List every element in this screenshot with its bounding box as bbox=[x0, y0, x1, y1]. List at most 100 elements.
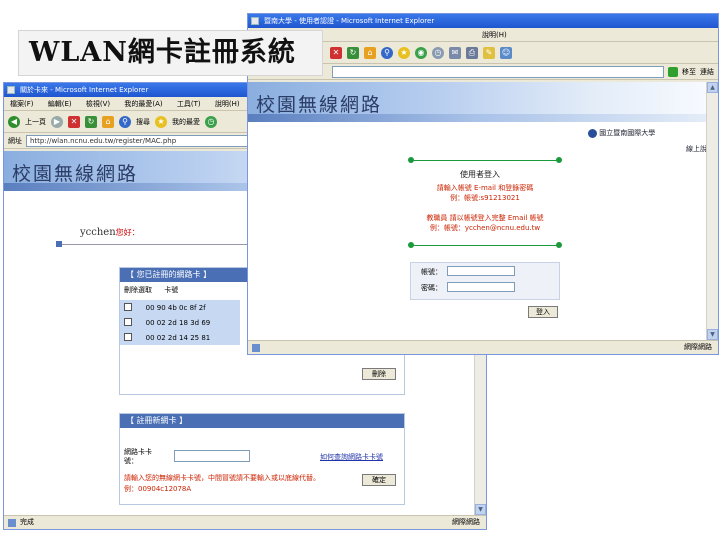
menu-tools[interactable]: 工具(T) bbox=[177, 100, 201, 108]
back-button-label[interactable]: 上一頁 bbox=[25, 117, 46, 127]
media-icon[interactable]: ◉ bbox=[415, 46, 427, 59]
banner-title: 校園無線網路 bbox=[12, 163, 139, 185]
header-card-number: 卡號 bbox=[164, 286, 179, 294]
table-row: 00 02 2d 14 25 81 bbox=[120, 330, 240, 345]
login-example-1: 例：帳號:s91213021 bbox=[450, 194, 520, 202]
mac-input-label: 網路卡卡號： bbox=[124, 448, 152, 465]
login-instruction-1: 請輸入帳號 E-mail 和登錄密碼 bbox=[436, 184, 534, 192]
divider-dot bbox=[408, 157, 414, 163]
page-banner: 校園無線網路 bbox=[248, 82, 706, 122]
vertical-scrollbar[interactable]: ▲ ▼ bbox=[706, 82, 718, 340]
search-button-label[interactable]: 搜尋 bbox=[136, 117, 150, 127]
university-label: 國立暨南國際大學 bbox=[599, 129, 656, 137]
window-title: 暨南大學 - 使用者認證 - Microsoft Internet Explor… bbox=[264, 17, 435, 25]
table-row: 00 90 4b 0c 8f 2f bbox=[120, 300, 240, 315]
back-arrow-icon[interactable]: ◀ bbox=[8, 115, 20, 128]
row-checkbox[interactable] bbox=[124, 317, 132, 326]
menu-help[interactable]: 說明(H) bbox=[215, 100, 240, 108]
user-greeting-suffix: 您好： bbox=[115, 228, 140, 237]
star-icon[interactable]: ★ bbox=[398, 46, 410, 59]
menu-view[interactable]: 檢視(V) bbox=[86, 100, 110, 108]
table-row: 00 02 2d 18 3d 69 bbox=[120, 315, 240, 330]
delete-button[interactable]: 刪除 bbox=[362, 368, 396, 380]
search-icon[interactable]: ⚲ bbox=[119, 115, 131, 128]
scroll-up-arrow[interactable]: ▲ bbox=[707, 82, 718, 93]
ie-icon bbox=[251, 17, 259, 25]
user-name: ycchen bbox=[80, 227, 116, 238]
table-header: 刪除選取 卡號 bbox=[120, 282, 240, 298]
row-checkbox[interactable] bbox=[124, 302, 132, 311]
row-checkbox[interactable] bbox=[124, 332, 132, 341]
address-input[interactable] bbox=[332, 65, 664, 78]
page-content: 校園無線網路 國立暨南國際大學 線上說明 使用者登入 請輸入帳號 E-mail … bbox=[248, 82, 706, 340]
divider-dot bbox=[408, 242, 414, 248]
page-icon bbox=[8, 519, 16, 527]
university-name: 國立暨南國際大學 bbox=[588, 128, 655, 138]
print-icon[interactable]: ⎙ bbox=[466, 46, 478, 59]
login-example-2: 例：帳號：ycchen@ncnu.edu.tw bbox=[429, 224, 541, 232]
forward-arrow-icon[interactable]: ▶ bbox=[51, 115, 63, 128]
divider-dot bbox=[556, 157, 562, 163]
mac-address: 00 02 2d 18 3d 69 bbox=[145, 318, 211, 327]
divider-marker bbox=[56, 241, 62, 247]
account-label: 帳號： bbox=[421, 268, 442, 276]
mac-address: 00 90 4b 0c 8f 2f bbox=[145, 303, 206, 312]
login-form: 帳號： 密碼： bbox=[410, 262, 560, 300]
divider-dot bbox=[556, 242, 562, 248]
online-help-link[interactable]: 線上說明 bbox=[686, 144, 706, 154]
university-logo-icon bbox=[588, 128, 597, 138]
scroll-down-arrow[interactable]: ▼ bbox=[475, 504, 486, 515]
submit-button[interactable]: 確定 bbox=[362, 474, 396, 486]
new-card-panel-title: 【 註冊新網卡 】 bbox=[120, 414, 404, 428]
window-titlebar[interactable]: 暨南大學 - 使用者認證 - Microsoft Internet Explor… bbox=[248, 14, 718, 28]
header-delete-select: 刪除選取 bbox=[124, 286, 152, 294]
go-button-label[interactable]: 移至 bbox=[682, 67, 696, 77]
menu-file[interactable]: 檔案(F) bbox=[10, 100, 34, 108]
mac-address: 00 02 2d 14 25 81 bbox=[145, 333, 211, 342]
security-zone: 網際網路 bbox=[452, 518, 480, 526]
messenger-icon[interactable]: ☺ bbox=[500, 46, 512, 59]
input-note: 請輸入您的無線網卡卡號，中間冒號請不要輸入或以底線代替。 bbox=[124, 474, 320, 482]
banner-wave bbox=[248, 114, 706, 122]
stop-icon[interactable]: ✕ bbox=[330, 46, 342, 59]
scroll-down-arrow[interactable]: ▼ bbox=[707, 329, 718, 340]
refresh-icon[interactable]: ↻ bbox=[85, 115, 97, 128]
mac-input[interactable] bbox=[174, 450, 250, 462]
history-icon[interactable]: ◷ bbox=[432, 46, 444, 59]
security-zone: 網際網路 bbox=[684, 343, 712, 351]
mac-lookup-link[interactable]: 如何查詢網路卡卡號 bbox=[320, 452, 383, 462]
login-button[interactable]: 登入 bbox=[528, 306, 558, 318]
status-bar: 網際網路 bbox=[248, 340, 718, 354]
home-icon[interactable]: ⌂ bbox=[364, 46, 376, 59]
login-title: 使用者登入 bbox=[460, 170, 500, 179]
account-input[interactable] bbox=[447, 266, 515, 276]
banner-title: 校園無線網路 bbox=[256, 94, 383, 116]
menu-favorites[interactable]: 我的最愛(A) bbox=[124, 100, 162, 108]
mail-icon[interactable]: ✉ bbox=[449, 46, 461, 59]
history-icon[interactable]: ◷ bbox=[205, 115, 217, 128]
address-label: 網址 bbox=[8, 136, 22, 145]
menu-help[interactable]: 說明(H) bbox=[482, 31, 507, 39]
divider-bottom bbox=[410, 245, 560, 246]
divider-top bbox=[410, 160, 560, 161]
star-icon[interactable]: ★ bbox=[155, 115, 167, 128]
login-instruction-2: 教職員 請以帳號登入完整 Email 帳號 bbox=[426, 214, 544, 222]
go-arrow-icon[interactable] bbox=[668, 66, 678, 77]
mac-table: 00 90 4b 0c 8f 2f 00 02 2d 18 3d 69 00 0… bbox=[120, 300, 240, 345]
status-text: 完成 bbox=[20, 518, 34, 526]
password-input[interactable] bbox=[447, 282, 515, 292]
refresh-icon[interactable]: ↻ bbox=[347, 46, 359, 59]
favorites-button-label[interactable]: 我的最愛 bbox=[172, 117, 200, 127]
search-icon[interactable]: ⚲ bbox=[381, 46, 393, 59]
stop-icon[interactable]: ✕ bbox=[68, 115, 80, 128]
home-icon[interactable]: ⌂ bbox=[102, 115, 114, 128]
slide-title: WLAN網卡註冊系統 bbox=[18, 30, 323, 76]
page-icon bbox=[252, 344, 260, 352]
edit-icon[interactable]: ✎ bbox=[483, 46, 495, 59]
status-bar: 完成 網際網路 bbox=[4, 515, 486, 529]
links-label[interactable]: 連結 bbox=[700, 67, 714, 77]
menu-edit[interactable]: 編輯(E) bbox=[48, 100, 72, 108]
user-greeting: ycchen您好： bbox=[80, 227, 140, 238]
new-card-panel: 【 註冊新網卡 】 網路卡卡號： 如何查詢網路卡卡號 請輸入您的無線網卡卡號，中… bbox=[119, 413, 405, 505]
input-example: 例：00904c12078A bbox=[124, 485, 192, 493]
